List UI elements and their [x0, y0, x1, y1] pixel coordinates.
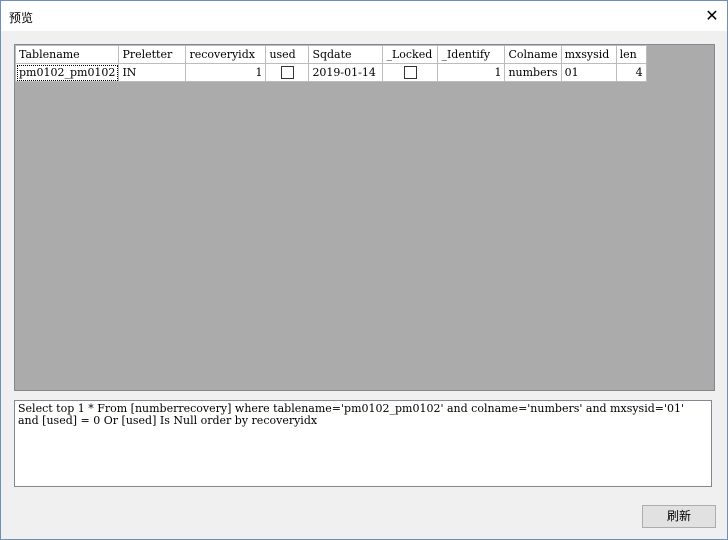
cell-identify[interactable]: 1 [437, 63, 506, 82]
column-header-sqdate[interactable]: Sqdate [308, 45, 384, 64]
cell-preletter[interactable]: IN [118, 63, 187, 82]
cell-recoveryidx[interactable]: 1 [185, 63, 267, 82]
refresh-button[interactable]: 刷新 [642, 505, 716, 528]
cell-used[interactable] [265, 63, 310, 82]
column-header-identify[interactable]: _Identify [437, 45, 506, 64]
preview-window: 预览 ✕ Tablename Preletter recoveryidx use… [0, 0, 728, 540]
sql-text-area[interactable]: Select top 1 * From [numberrecovery] whe… [14, 400, 712, 487]
cell-sqdate[interactable]: 2019-01-14 [308, 63, 384, 82]
column-header-recoveryidx[interactable]: recoveryidx [185, 45, 267, 64]
cell-tablename[interactable]: pm0102_pm0102 [14, 63, 120, 82]
locked-checkbox[interactable] [403, 66, 417, 80]
header-row: Tablename Preletter recoveryidx used Sqd… [14, 45, 647, 64]
cell-locked[interactable] [382, 63, 439, 82]
title-bar: 预览 ✕ [1, 1, 727, 31]
window-title: 预览 [9, 11, 34, 25]
table-row[interactable]: pm0102_pm0102 IN 1 2019-01-14 1 numbers … [14, 63, 647, 82]
cell-mxsysid[interactable]: 01 [560, 63, 617, 82]
cell-len[interactable]: 4 [615, 63, 647, 82]
data-grid-area[interactable]: Tablename Preletter recoveryidx used Sqd… [14, 44, 715, 391]
column-header-used[interactable]: used [265, 45, 310, 64]
cell-colname[interactable]: numbers [504, 63, 562, 82]
used-checkbox[interactable] [280, 66, 294, 80]
column-header-colname[interactable]: Colname [504, 45, 562, 64]
column-header-tablename[interactable]: Tablename [14, 45, 120, 64]
column-header-mxsysid[interactable]: mxsysid [560, 45, 617, 64]
column-header-locked[interactable]: _Locked [382, 45, 439, 64]
close-icon[interactable]: ✕ [697, 1, 727, 31]
column-header-len[interactable]: len [615, 45, 647, 64]
column-header-preletter[interactable]: Preletter [118, 45, 187, 64]
data-grid: Tablename Preletter recoveryidx used Sqd… [14, 45, 647, 82]
